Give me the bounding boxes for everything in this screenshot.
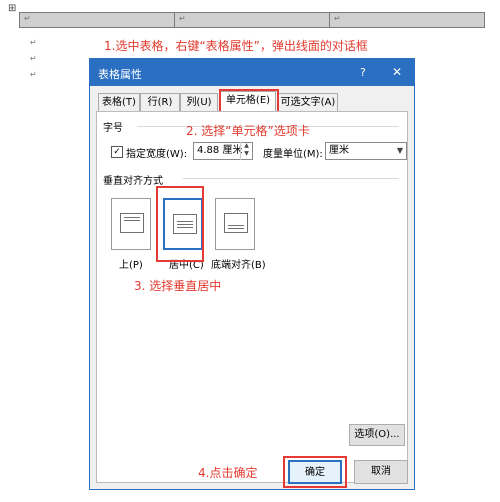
highlight-ok-button [283,456,347,488]
cell-mark: ↵ [24,14,31,23]
paragraph-mark: ↵ [30,54,37,63]
section-divider [183,178,399,179]
unit-label: 度量单位(M): [263,149,323,160]
table-cell: ↵ [330,13,484,27]
width-spinner[interactable]: ▲ ▼ [240,142,252,160]
tab-table[interactable]: 表格(T) [98,93,140,111]
specify-width-label: 指定宽度(W): [126,149,188,160]
tab-alt-text[interactable]: 可选文字(A) [278,93,338,111]
cell-mark: ↵ [179,14,186,23]
section-valign-label: 垂直对齐方式 [103,176,163,187]
highlight-center-option [156,186,204,262]
width-value: 4.88 厘米 [197,145,243,156]
section-size-label: 字号 [103,123,123,134]
width-input[interactable]: 4.88 厘米 ▲ ▼ [193,142,253,160]
align-top-label: 上(P) [119,260,143,271]
align-top-option[interactable] [111,198,151,250]
specify-width-checkbox[interactable]: ✓ [111,146,123,158]
align-bottom-option[interactable] [215,198,255,250]
cell-mark: ↵ [334,14,341,23]
options-button[interactable]: 选项(O)... [349,424,405,446]
table-properties-dialog: 表格属性 ? ✕ 表格(T) 行(R) 列(U) 单元格(E) 可选文字(A) … [89,58,415,490]
paragraph-mark: ↵ [30,38,37,47]
annotation-step1: 1.选中表格，右键“表格属性”，弹出线面的对话框 [104,39,368,53]
unit-value: 厘米 [329,145,349,156]
chevron-down-icon: ▼ [396,146,403,155]
document-table[interactable]: ↵ ↵ ↵ [19,12,485,28]
tab-panel: 字号 ✓ 指定宽度(W): 4.88 厘米 ▲ ▼ 度量单位(M): 厘米 ▼ 垂… [96,111,408,483]
align-bottom-label: 底端对齐(B) [211,260,266,271]
close-icon[interactable]: ✕ [392,65,402,79]
dialog-titlebar: 表格属性 ? ✕ [90,59,414,86]
unit-select[interactable]: 厘米 ▼ [325,142,407,160]
annotation-step3: 3. 选择垂直居中 [134,279,222,293]
help-button[interactable]: ? [360,66,366,79]
table-cell: ↵ [175,13,330,27]
tab-row[interactable]: 行(R) [140,93,180,111]
paragraph-mark: ↵ [30,70,37,79]
cancel-button[interactable]: 取消 [354,460,408,484]
annotation-step2: 2. 选择“单元格”选项卡 [186,124,310,138]
tab-column[interactable]: 列(U) [180,93,218,111]
annotation-step4: 4.点击确定 [198,466,258,480]
align-bottom-icon [224,213,248,233]
table-cell: ↵ [20,13,175,27]
align-top-icon [120,213,144,233]
dialog-title: 表格属性 [98,68,142,81]
table-move-handle-icon[interactable]: ⊞ [8,3,16,14]
